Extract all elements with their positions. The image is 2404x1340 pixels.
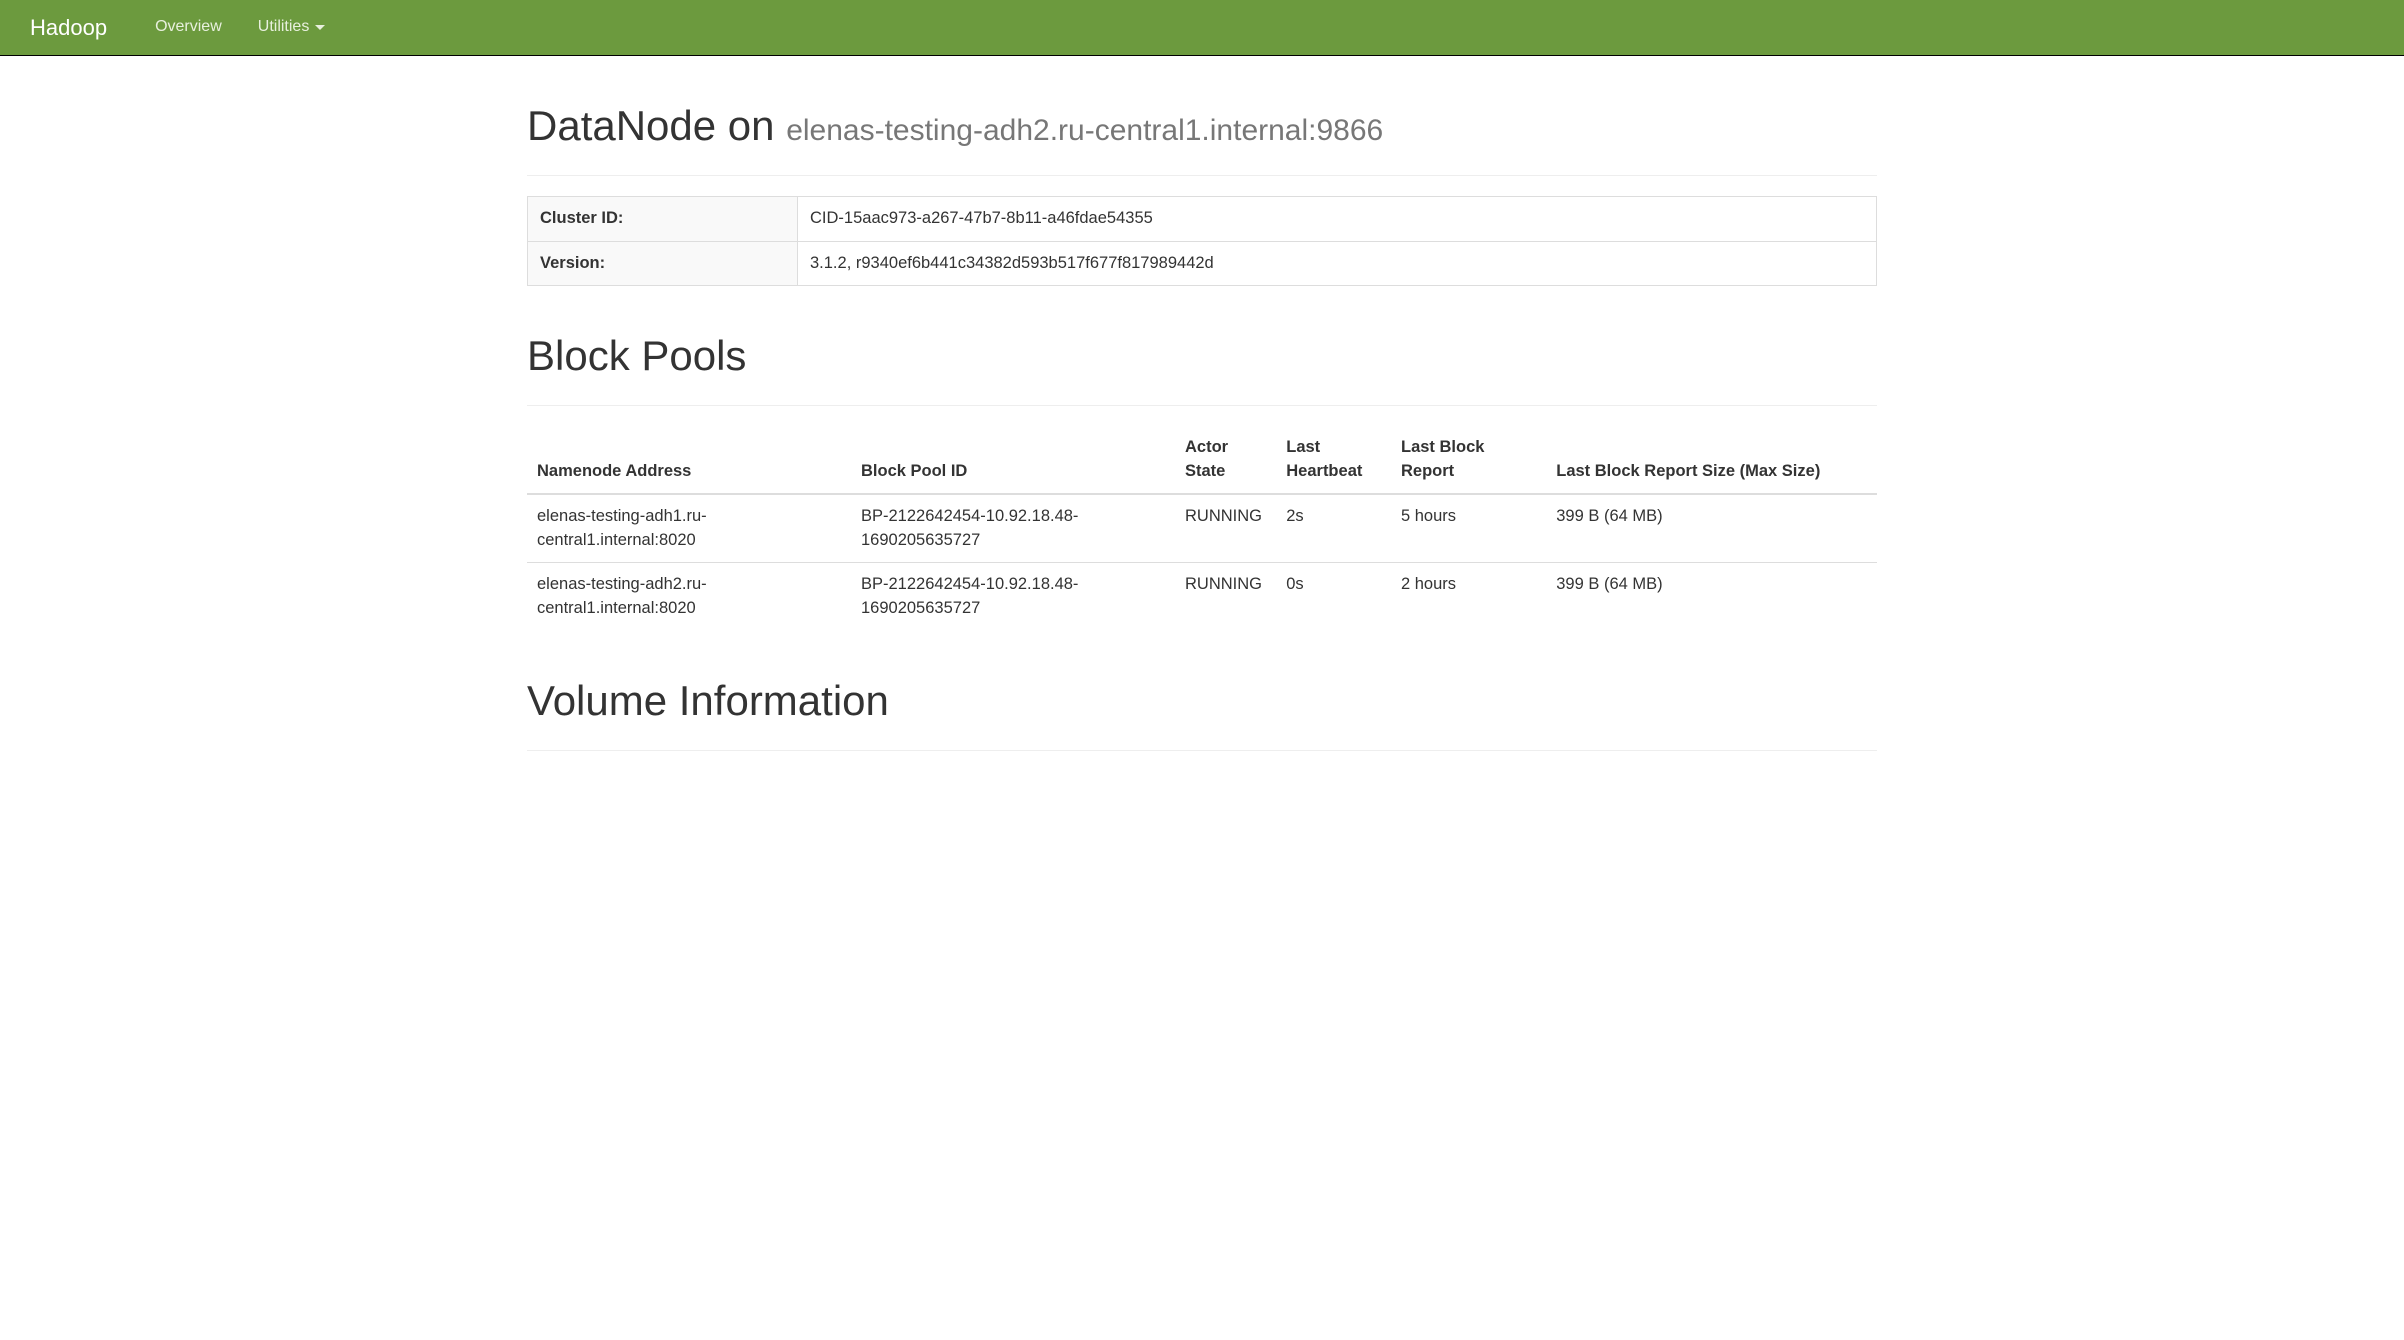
- info-row-version: Version: 3.1.2, r9340ef6b441c34382d593b5…: [528, 241, 1877, 286]
- block-pools-header: Block Pools: [527, 326, 1877, 406]
- cell-last-block-report: 2 hours: [1391, 563, 1546, 631]
- page-title: DataNode on elenas-testing-adh2.ru-centr…: [527, 96, 1877, 156]
- table-row: elenas-testing-adh2.ru-central1.internal…: [527, 563, 1877, 631]
- cell-actor-state: RUNNING: [1175, 563, 1276, 631]
- col-namenode: Namenode Address: [527, 426, 851, 494]
- cell-namenode: elenas-testing-adh1.ru-central1.internal…: [527, 494, 851, 563]
- nav-overview[interactable]: Overview: [137, 1, 240, 54]
- cell-last-block-report: 5 hours: [1391, 494, 1546, 563]
- block-pools-table: Namenode Address Block Pool ID Actor Sta…: [527, 426, 1877, 630]
- col-actor-state: Actor State: [1175, 426, 1276, 494]
- nav-utilities-label: Utilities: [258, 16, 310, 39]
- col-last-heartbeat: Last Heartbeat: [1276, 426, 1391, 494]
- cluster-id-label: Cluster ID:: [528, 197, 798, 242]
- page-title-prefix: DataNode on: [527, 102, 775, 149]
- block-pools-title: Block Pools: [527, 326, 1877, 386]
- cell-last-block-report-size: 399 B (64 MB): [1546, 494, 1877, 563]
- info-row-cluster-id: Cluster ID: CID-15aac973-a267-47b7-8b11-…: [528, 197, 1877, 242]
- table-row: elenas-testing-adh1.ru-central1.internal…: [527, 494, 1877, 563]
- volume-info-title: Volume Information: [527, 671, 1877, 731]
- navbar-brand[interactable]: Hadoop: [15, 0, 122, 58]
- cell-last-block-report-size: 399 B (64 MB): [1546, 563, 1877, 631]
- cell-namenode: elenas-testing-adh2.ru-central1.internal…: [527, 563, 851, 631]
- page-header: DataNode on elenas-testing-adh2.ru-centr…: [527, 96, 1877, 176]
- col-last-block-report: Last Block Report: [1391, 426, 1546, 494]
- page-title-host: elenas-testing-adh2.ru-central1.internal…: [786, 114, 1383, 147]
- cell-last-heartbeat: 0s: [1276, 563, 1391, 631]
- info-table: Cluster ID: CID-15aac973-a267-47b7-8b11-…: [527, 196, 1877, 286]
- cluster-id-value: CID-15aac973-a267-47b7-8b11-a46fdae54355: [798, 197, 1877, 242]
- volume-info-header: Volume Information: [527, 671, 1877, 751]
- col-pool-id: Block Pool ID: [851, 426, 1175, 494]
- cell-pool-id: BP-2122642454-10.92.18.48-1690205635727: [851, 494, 1175, 563]
- nav-utilities-dropdown[interactable]: Utilities: [240, 1, 344, 54]
- cell-last-heartbeat: 2s: [1276, 494, 1391, 563]
- caret-down-icon: [315, 25, 325, 30]
- navbar: Hadoop Overview Utilities: [0, 0, 2404, 56]
- version-value: 3.1.2, r9340ef6b441c34382d593b517f677f81…: [798, 241, 1877, 286]
- cell-pool-id: BP-2122642454-10.92.18.48-1690205635727: [851, 563, 1175, 631]
- version-label: Version:: [528, 241, 798, 286]
- col-last-block-report-size: Last Block Report Size (Max Size): [1546, 426, 1877, 494]
- cell-actor-state: RUNNING: [1175, 494, 1276, 563]
